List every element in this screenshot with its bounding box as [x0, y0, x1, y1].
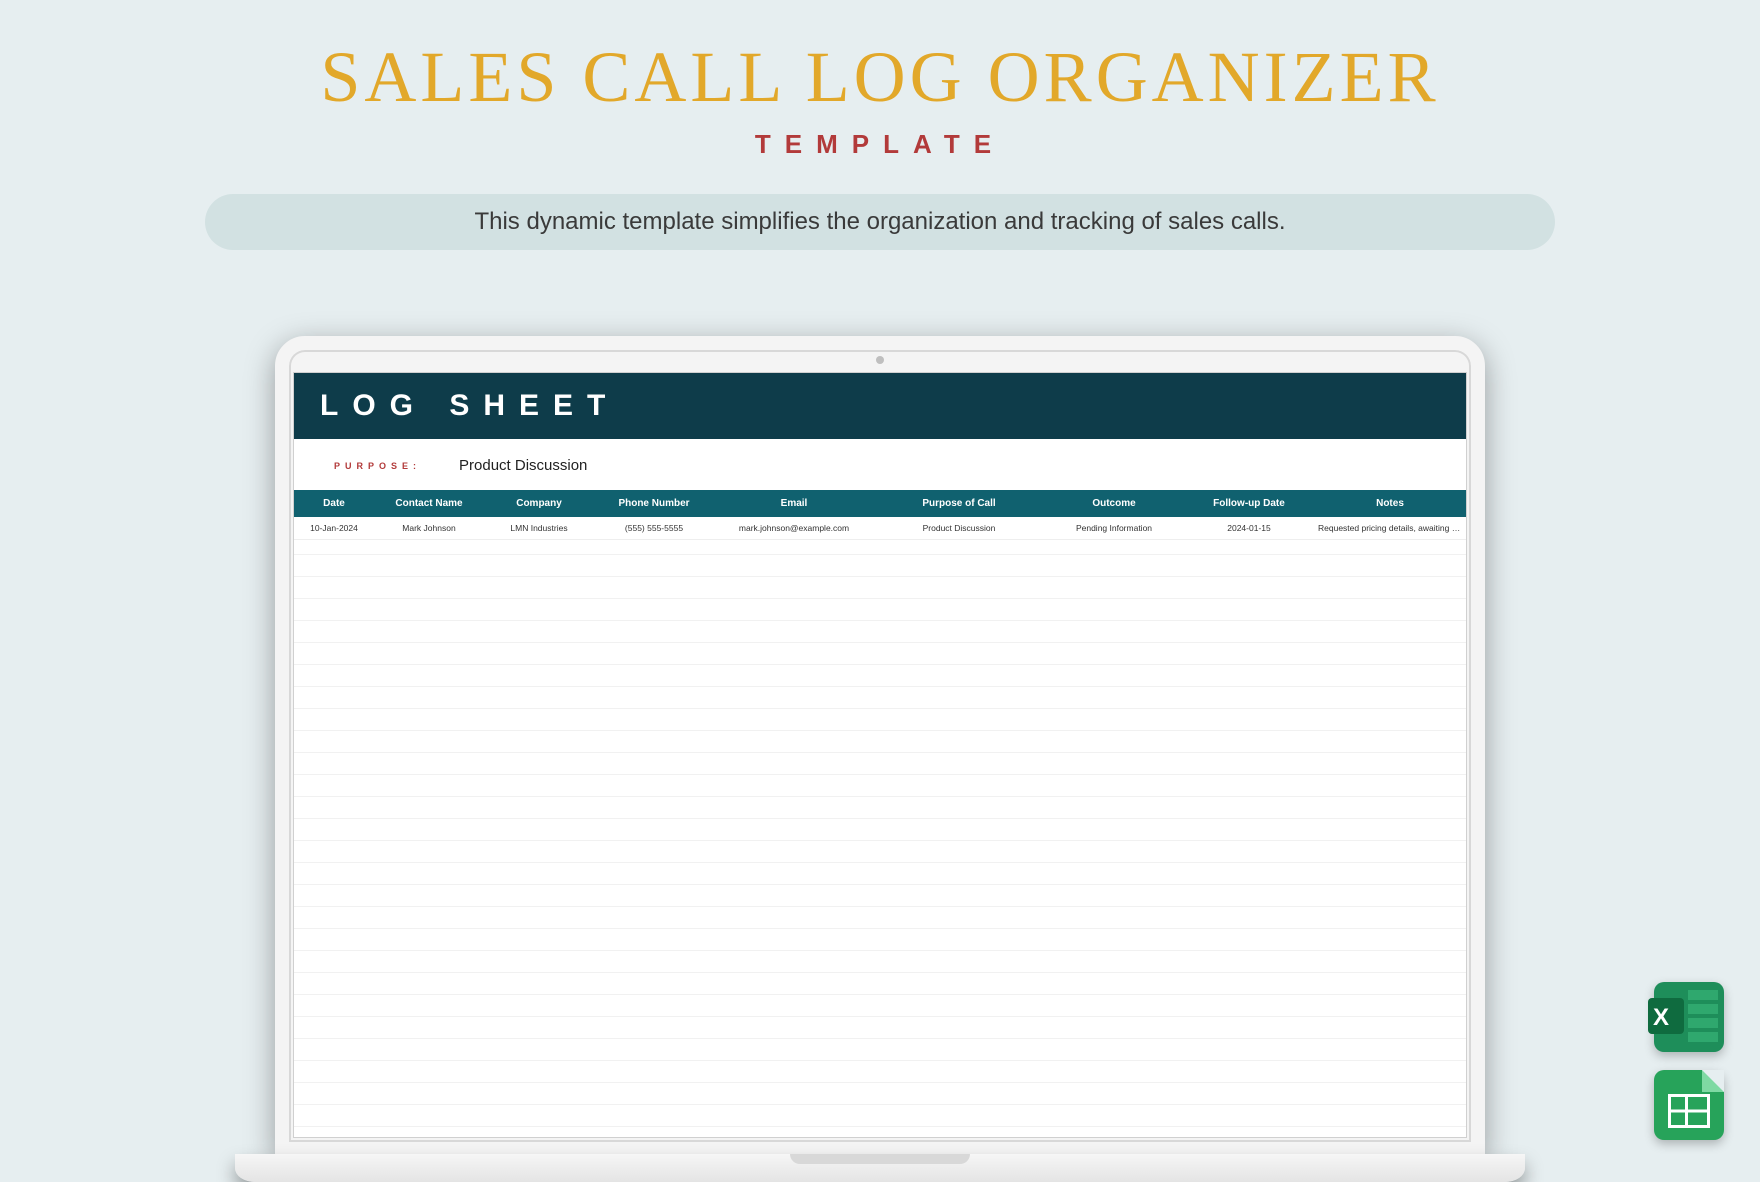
laptop-notch [790, 1154, 970, 1164]
cell-email: mark.johnson@example.com [714, 523, 874, 533]
page-title: SALES CALL LOG ORGANIZER [0, 36, 1760, 119]
col-followup: Follow-up Date [1184, 498, 1314, 509]
page-subtitle: TEMPLATE [0, 129, 1760, 160]
cell-company: LMN Industries [484, 523, 594, 533]
tagline-pill: This dynamic template simplifies the org… [205, 194, 1555, 250]
col-notes: Notes [1314, 498, 1466, 509]
sheets-fold-icon [1702, 1070, 1724, 1092]
excel-x-glyph: X [1653, 1004, 1669, 1032]
laptop-screen-frame: LOG SHEET PURPOSE: Product Discussion Da… [275, 336, 1485, 1156]
laptop-mockup: LOG SHEET PURPOSE: Product Discussion Da… [235, 336, 1525, 1182]
col-purpose: Purpose of Call [874, 498, 1044, 509]
sheets-grid-icon [1668, 1094, 1710, 1128]
cell-contact: Mark Johnson [374, 523, 484, 533]
cell-date: 10-Jan-2024 [294, 523, 374, 533]
camera-icon [876, 356, 884, 364]
cell-followup: 2024-01-15 [1184, 523, 1314, 533]
col-contact: Contact Name [374, 498, 484, 509]
col-outcome: Outcome [1044, 498, 1184, 509]
purpose-value: Product Discussion [459, 457, 587, 474]
purpose-row: PURPOSE: Product Discussion [294, 439, 1466, 490]
cell-purpose: Product Discussion [874, 523, 1044, 533]
col-company: Company [484, 498, 594, 509]
cell-notes: Requested pricing details, awaiting resp… [1314, 523, 1466, 533]
spreadsheet-canvas: LOG SHEET PURPOSE: Product Discussion Da… [293, 372, 1467, 1138]
col-date: Date [294, 498, 374, 509]
excel-icon[interactable]: X [1654, 982, 1724, 1052]
col-phone: Phone Number [594, 498, 714, 509]
app-icons-group: X [1654, 982, 1724, 1140]
laptop-base [235, 1154, 1525, 1182]
cell-outcome: Pending Information [1044, 523, 1184, 533]
col-email: Email [714, 498, 874, 509]
purpose-label: PURPOSE: [334, 461, 421, 471]
empty-grid-lines [294, 533, 1466, 1137]
excel-bars-icon [1688, 990, 1718, 1046]
google-sheets-icon[interactable] [1654, 1070, 1724, 1140]
column-header-row: Date Contact Name Company Phone Number E… [294, 490, 1466, 517]
cell-phone: (555) 555-5555 [594, 523, 714, 533]
sheet-title-bar: LOG SHEET [294, 373, 1466, 439]
